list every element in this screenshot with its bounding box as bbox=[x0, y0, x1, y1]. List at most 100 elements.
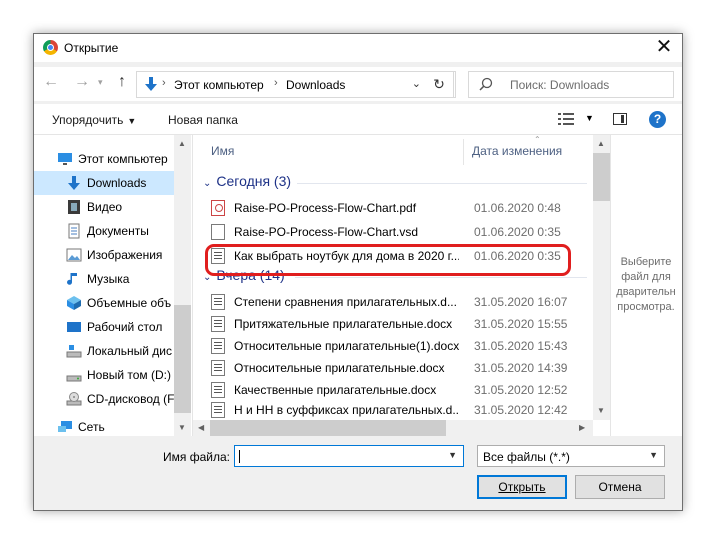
filename-input[interactable]: ▼ bbox=[234, 445, 464, 467]
cancel-button[interactable]: Отмена bbox=[575, 475, 665, 499]
scroll-up-icon[interactable]: ▲ bbox=[178, 139, 186, 148]
open-button[interactable]: Открыть bbox=[477, 475, 567, 499]
doc-file-icon bbox=[211, 402, 225, 418]
horizontal-scrollbar[interactable]: ◀ ▶ bbox=[193, 420, 593, 437]
filename-label: Имя файла: bbox=[163, 450, 230, 464]
sidebar-item-label: Изображения bbox=[87, 248, 163, 262]
open-file-dialog: Открытие ✕ ← → ▾ ↑ › Этот компьютер › Do… bbox=[33, 33, 683, 511]
sidebar-item-local-disk[interactable]: Локальный дис bbox=[34, 339, 174, 363]
scrollbar-thumb[interactable] bbox=[593, 153, 610, 201]
desktop-icon bbox=[67, 322, 81, 332]
sidebar-item-documents[interactable]: Документы bbox=[34, 219, 174, 243]
sidebar-item-this-pc[interactable]: Этот компьютер bbox=[34, 147, 174, 171]
doc-file-icon bbox=[211, 294, 225, 310]
search-icon bbox=[479, 77, 493, 91]
file-name: Относительные прилагательные(1).docx bbox=[234, 339, 459, 353]
file-row[interactable]: Качественные прилагательные.docx 31.05.2… bbox=[193, 379, 593, 401]
back-icon[interactable]: ← bbox=[43, 73, 59, 91]
sidebar-item-cd-drive[interactable]: CD-дисковод (F bbox=[34, 387, 174, 411]
sidebar-item-downloads[interactable]: Downloads bbox=[34, 171, 174, 195]
sidebar-item-desktop[interactable]: Рабочий стол bbox=[34, 315, 174, 339]
file-name: Raise-PO-Process-Flow-Chart.vsd bbox=[234, 225, 419, 239]
scroll-up-icon[interactable]: ▲ bbox=[597, 139, 605, 148]
text-cursor bbox=[239, 450, 240, 463]
breadcrumb-separator: › bbox=[274, 77, 278, 89]
preview-message: Выберите файл для дварительн просмотра. bbox=[616, 256, 676, 313]
sidebar-item-pictures[interactable]: Изображения bbox=[34, 243, 174, 267]
caret-down-icon: ▼ bbox=[127, 116, 137, 126]
address-row: ← → ▾ ↑ › Этот компьютер › Downloads ⌄ ↻… bbox=[34, 67, 682, 101]
scroll-down-icon[interactable]: ▼ bbox=[597, 406, 605, 415]
search-placeholder: Поиск: Downloads bbox=[510, 78, 610, 92]
file-date: 01.06.2020 0:48 bbox=[474, 201, 561, 215]
drive-icon bbox=[66, 345, 82, 358]
preview-pane-icon[interactable] bbox=[613, 113, 627, 125]
file-date: 31.05.2020 12:42 bbox=[474, 403, 568, 417]
address-bar[interactable]: › Этот компьютер › Downloads ⌄ bbox=[136, 71, 456, 98]
recent-locations-icon[interactable]: ▾ bbox=[98, 77, 103, 88]
file-row[interactable]: Притяжательные прилагательные.docx 31.05… bbox=[193, 313, 593, 335]
new-folder-button[interactable]: Новая папка bbox=[168, 113, 238, 127]
sidebar-item-video[interactable]: Видео bbox=[34, 195, 174, 219]
breadcrumb-this-pc[interactable]: Этот компьютер bbox=[174, 78, 264, 92]
filetype-value: Все файлы (*.*) bbox=[483, 450, 570, 464]
chevron-down-icon[interactable]: ▼ bbox=[448, 450, 457, 460]
filetype-select[interactable]: Все файлы (*.*) ▼ bbox=[477, 445, 665, 467]
scroll-left-icon[interactable]: ◀ bbox=[198, 423, 204, 432]
file-date: 31.05.2020 15:43 bbox=[474, 339, 568, 353]
sidebar-item-music[interactable]: Музыка bbox=[34, 267, 174, 291]
file-row[interactable]: Относительные прилагательные(1).docx 31.… bbox=[193, 335, 593, 357]
up-icon[interactable]: ↑ bbox=[118, 73, 126, 91]
navigation-scrollbar[interactable]: ▲ ▼ bbox=[174, 135, 191, 437]
file-row[interactable]: Raise-PO-Process-Flow-Chart.pdf 01.06.20… bbox=[193, 197, 593, 219]
cd-drive-icon bbox=[66, 392, 82, 406]
scrollbar-thumb[interactable] bbox=[210, 420, 446, 437]
refresh-icon[interactable]: ↻ bbox=[425, 71, 454, 98]
group-divider bbox=[295, 277, 587, 278]
group-header-today[interactable]: ⌄ Сегодня (3) bbox=[203, 173, 291, 189]
doc-file-icon bbox=[211, 382, 225, 398]
scroll-down-icon[interactable]: ▼ bbox=[178, 423, 186, 432]
breadcrumb-downloads[interactable]: Downloads bbox=[286, 78, 345, 92]
collapse-chevron-icon: ⌄ bbox=[203, 178, 212, 189]
column-header-date[interactable]: Дата изменения bbox=[472, 144, 562, 158]
file-date: 31.05.2020 15:55 bbox=[474, 317, 568, 331]
file-list: Имя Дата изменения ⌃ ⌄ Сегодня (3) Raise-… bbox=[192, 135, 610, 437]
command-bar: Упорядочить ▼ Новая папка ▼ ? bbox=[34, 104, 682, 134]
file-date: 31.05.2020 16:07 bbox=[474, 295, 568, 309]
organize-button[interactable]: Упорядочить ▼ bbox=[52, 113, 136, 127]
pictures-folder-icon bbox=[66, 248, 82, 262]
chrome-icon bbox=[43, 40, 58, 55]
doc-file-icon bbox=[211, 338, 225, 354]
chevron-down-icon[interactable]: ⌄ bbox=[412, 77, 421, 90]
file-date: 01.06.2020 0:35 bbox=[474, 225, 561, 239]
file-row[interactable]: Относительные прилагательные.docx 31.05.… bbox=[193, 357, 593, 379]
sidebar-item-label: Новый том (D:) bbox=[87, 368, 171, 382]
scrollbar-thumb[interactable] bbox=[174, 305, 191, 413]
sidebar-item-label: Downloads bbox=[87, 176, 147, 190]
scroll-right-icon[interactable]: ▶ bbox=[579, 423, 585, 432]
navigation-pane: Этот компьютер Downloads Видео Документы… bbox=[34, 135, 191, 437]
close-icon[interactable]: ✕ bbox=[654, 36, 674, 58]
file-list-scrollbar[interactable]: ▲ ▼ bbox=[593, 135, 610, 420]
file-row[interactable]: Raise-PO-Process-Flow-Chart.vsd 01.06.20… bbox=[193, 221, 593, 243]
view-options-caret-icon[interactable]: ▼ bbox=[585, 113, 594, 123]
column-header-name[interactable]: Имя bbox=[211, 144, 234, 158]
sidebar-item-label: CD-дисковод (F bbox=[87, 392, 175, 406]
organize-label: Упорядочить bbox=[52, 113, 124, 127]
help-icon[interactable]: ? bbox=[649, 111, 666, 128]
sidebar-item-3d-objects[interactable]: Объемные объ bbox=[34, 291, 174, 315]
sort-caret-icon: ⌃ bbox=[534, 135, 541, 144]
doc-file-icon bbox=[211, 316, 225, 332]
sidebar-item-new-volume[interactable]: Новый том (D:) bbox=[34, 363, 174, 387]
documents-folder-icon bbox=[68, 223, 80, 239]
forward-icon[interactable]: → bbox=[74, 73, 90, 91]
file-name: Степени сравнения прилагательных.d... bbox=[234, 295, 457, 309]
preview-pane: Выберите файл для дварительн просмотра. bbox=[610, 135, 682, 437]
details-view-icon[interactable] bbox=[558, 113, 574, 125]
file-row[interactable]: Н и НН в суффиксах прилагательных.d... 3… bbox=[193, 399, 593, 421]
file-row[interactable]: Степени сравнения прилагательных.d... 31… bbox=[193, 291, 593, 313]
column-divider[interactable] bbox=[463, 139, 464, 165]
sidebar-item-label: Локальный дис bbox=[87, 344, 172, 358]
search-input[interactable]: Поиск: Downloads bbox=[468, 71, 674, 98]
